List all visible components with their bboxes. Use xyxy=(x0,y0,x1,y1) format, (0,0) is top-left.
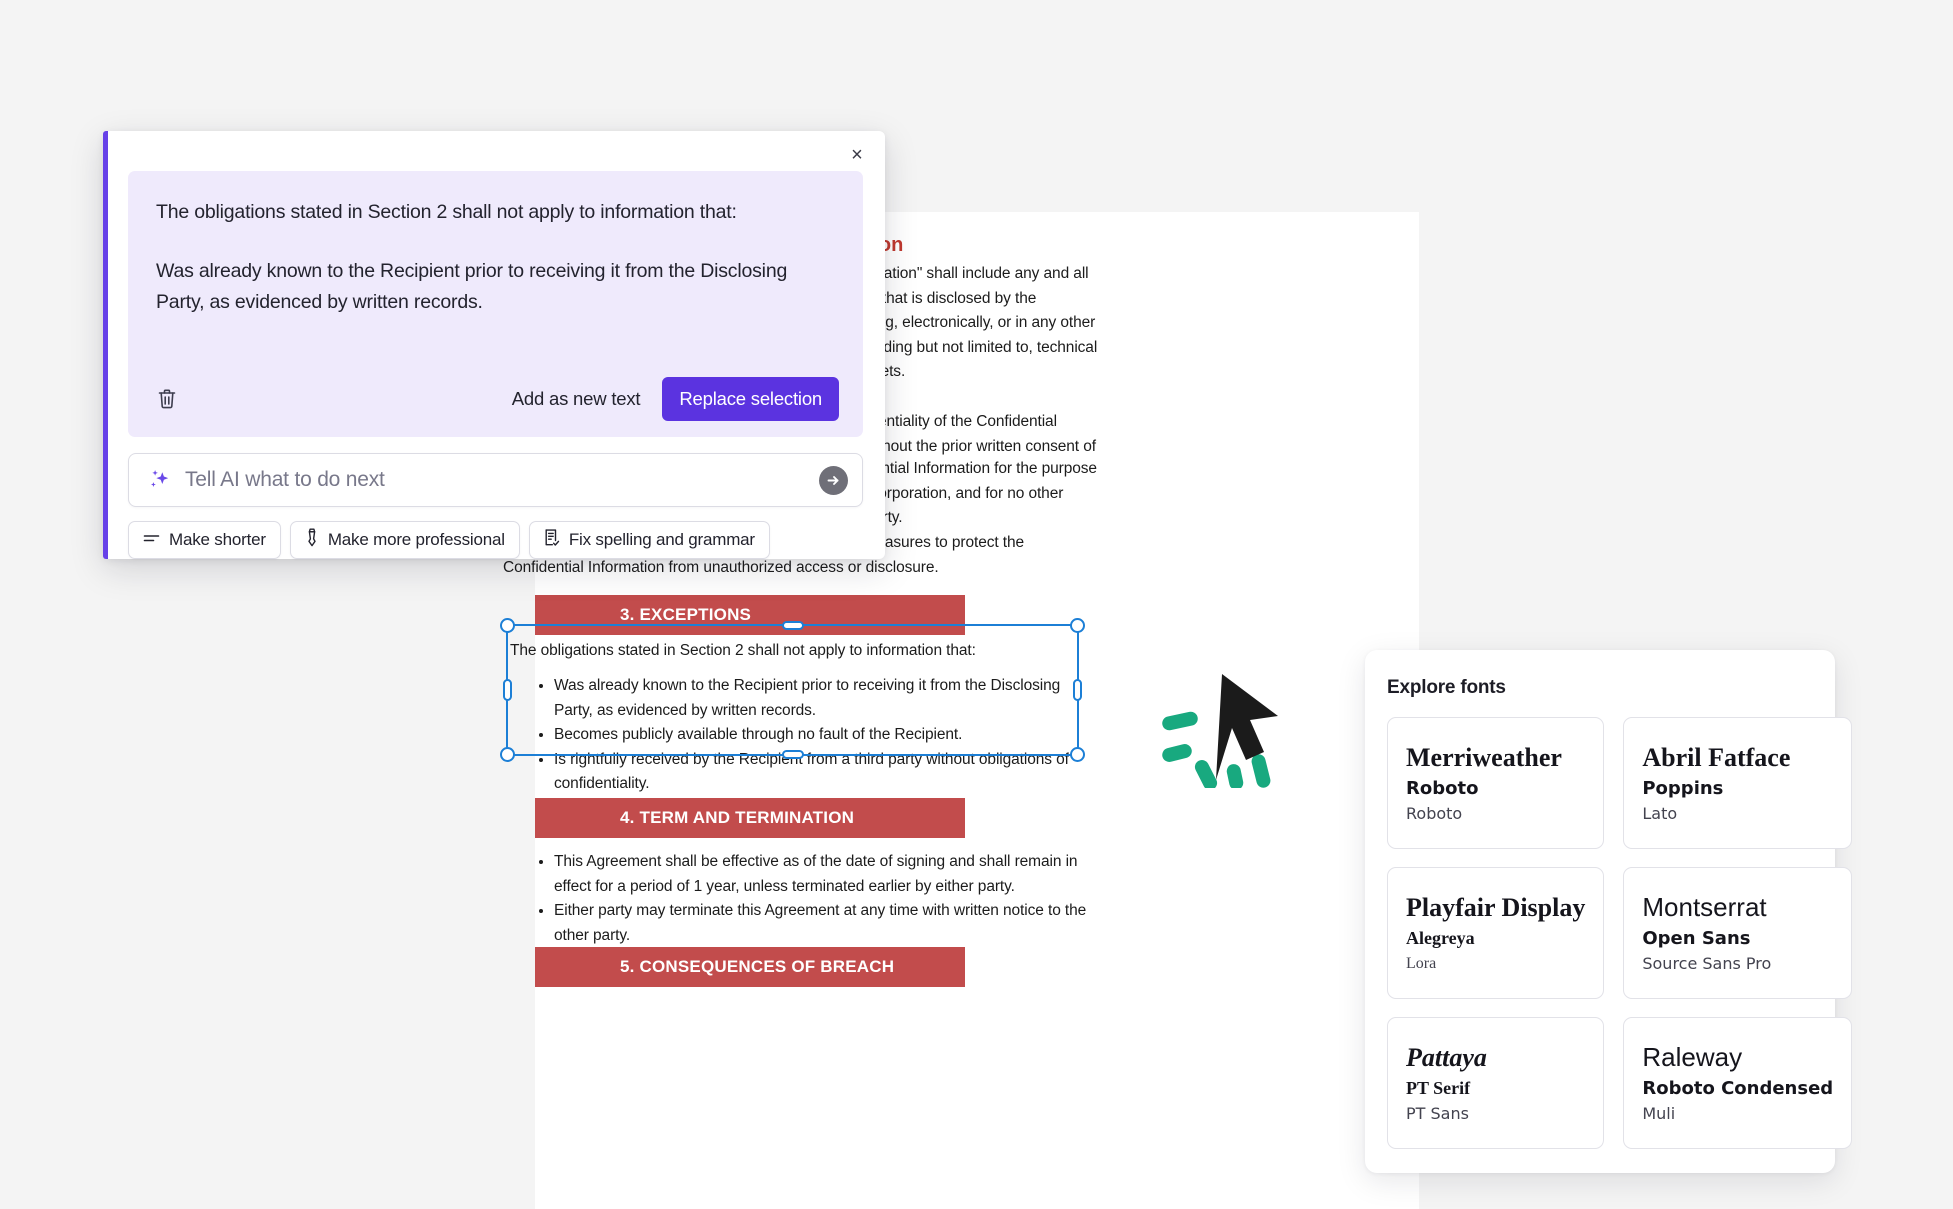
font-pair-card[interactable]: Raleway Roboto Condensed Muli xyxy=(1623,1017,1853,1149)
font-pair-card[interactable]: Pattaya PT Serif PT Sans xyxy=(1387,1017,1605,1149)
font-pair-card[interactable]: Abril Fatface Poppins Lato xyxy=(1623,717,1853,849)
ai-result-paragraph-1: The obligations stated in Section 2 shal… xyxy=(156,201,737,223)
arrow-right-circle-icon[interactable] xyxy=(819,465,848,495)
quick-action-label: Fix spelling and grammar xyxy=(568,530,755,549)
ai-result-paragraph-2: Was already known to the Recipient prior… xyxy=(156,260,788,313)
document-section-title-4: 4. TERM AND TERMINATION xyxy=(620,808,855,827)
quick-action-fix-spelling-and-grammar[interactable]: Fix spelling and grammar xyxy=(528,521,770,559)
resize-handle-bottom-left[interactable] xyxy=(500,747,515,762)
list-item: Becomes publicly available through no fa… xyxy=(554,723,1100,748)
replace-selection-button[interactable]: Replace selection xyxy=(662,377,839,421)
resize-handle-top-left[interactable] xyxy=(500,618,515,633)
font-display-name: Merriweather xyxy=(1406,743,1562,773)
arrow-cursor-click-icon xyxy=(1160,668,1300,791)
document-section4-bullets: This Agreement shall be effective as of … xyxy=(535,850,1105,948)
document-section-band-3: 3. EXCEPTIONS xyxy=(535,595,965,635)
font-regular-name: Muli xyxy=(1642,1103,1676,1123)
ai-prompt-input[interactable] xyxy=(185,468,819,492)
font-display-name: Pattaya xyxy=(1406,1043,1487,1073)
font-bold-name: Open Sans xyxy=(1642,928,1751,950)
resize-handle-left[interactable] xyxy=(503,679,512,701)
close-icon[interactable]: × xyxy=(843,141,871,169)
font-display-name: Abril Fatface xyxy=(1642,743,1791,773)
document-check-icon xyxy=(544,528,560,552)
screen-root: rmation For the purposes of this Agreeme… xyxy=(0,0,1953,1209)
font-bold-name: Roboto Condensed xyxy=(1642,1078,1834,1100)
quick-action-label: Make more professional xyxy=(327,530,505,549)
font-bold-name: PT Serif xyxy=(1406,1078,1471,1099)
add-as-new-text-button[interactable]: Add as new text xyxy=(498,380,655,418)
font-bold-name: Poppins xyxy=(1642,778,1724,800)
font-display-name: Montserrat xyxy=(1642,892,1767,923)
document-section-band-5: 5. CONSEQUENCES OF BREACH xyxy=(535,947,965,987)
ai-quick-actions: Make shorter Make more professional Fix … xyxy=(128,521,770,559)
quick-action-make-shorter[interactable]: Make shorter xyxy=(128,521,281,559)
document-section-title-5: 5. CONSEQUENCES OF BREACH xyxy=(620,957,895,976)
list-item: Is rightfully received by the Recipient … xyxy=(554,748,1100,797)
explore-fonts-title: Explore fonts xyxy=(1387,677,1506,698)
font-pair-card[interactable]: Montserrat Open Sans Source Sans Pro xyxy=(1623,867,1853,999)
font-pair-card[interactable]: Merriweather Roboto Roboto xyxy=(1387,717,1605,849)
font-regular-name: Roboto xyxy=(1406,803,1463,823)
font-regular-name: Source Sans Pro xyxy=(1642,953,1772,973)
quick-action-make-more-professional[interactable]: Make more professional xyxy=(289,521,520,559)
list-item: Was already known to the Recipient prior… xyxy=(554,674,1100,723)
font-bold-name: Roboto xyxy=(1406,778,1479,800)
sparkle-icon xyxy=(147,467,173,493)
document-section-title-3: 3. EXCEPTIONS xyxy=(620,605,752,624)
trash-icon[interactable] xyxy=(152,384,182,414)
shorten-lines-icon xyxy=(143,530,160,550)
font-display-name: Playfair Display xyxy=(1406,893,1586,923)
ai-result-card: The obligations stated in Section 2 shal… xyxy=(128,171,863,437)
ai-result-actions: Add as new text Replace selection xyxy=(128,377,863,421)
ai-assistant-panel: × The obligations stated in Section 2 sh… xyxy=(103,131,885,559)
panel-accent-bar xyxy=(103,131,108,559)
font-regular-name: Lora xyxy=(1406,954,1437,972)
document-section3-bullets: Was already known to the Recipient prior… xyxy=(535,674,1100,797)
font-pair-card[interactable]: Playfair Display Alegreya Lora xyxy=(1387,867,1605,999)
font-bold-name: Alegreya xyxy=(1406,928,1475,949)
font-regular-name: Lato xyxy=(1642,803,1678,823)
explore-fonts-panel: Explore fonts Merriweather Roboto Roboto… xyxy=(1365,650,1853,1173)
document-section-band-4: 4. TERM AND TERMINATION xyxy=(535,798,965,838)
font-regular-name: PT Sans xyxy=(1406,1103,1469,1123)
list-item: Either party may terminate this Agreemen… xyxy=(554,899,1105,948)
list-item: This Agreement shall be effective as of … xyxy=(554,850,1105,899)
quick-action-label: Make shorter xyxy=(169,530,266,549)
fonts-grid: Merriweather Roboto Roboto Abril Fatface… xyxy=(1387,717,1853,1149)
document-section3-lead: The obligations stated in Section 2 shal… xyxy=(510,642,976,659)
ai-prompt-input-wrapper[interactable] xyxy=(128,453,863,507)
necktie-icon xyxy=(305,528,319,552)
font-display-name: Raleway xyxy=(1642,1042,1743,1073)
